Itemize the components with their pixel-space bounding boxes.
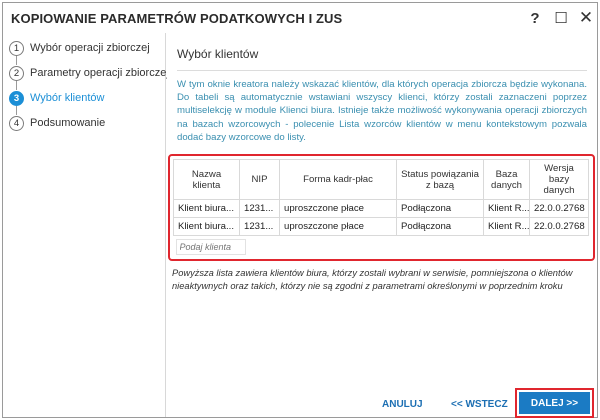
help-icon[interactable]: ? [525,8,545,28]
column-header[interactable]: Forma kadr-płac [279,159,397,200]
step-label: Podsumowanie [30,117,106,129]
client-name-cell: Klient biura... [173,217,240,236]
link-status-cell: Podłączona [396,217,484,236]
link-status-cell: Podłączona [396,199,484,218]
window-title: KOPIOWANIE PARAMETRÓW PODATKOWYCH I ZUS [11,11,343,26]
column-header[interactable]: NIP [239,159,280,200]
step-label: Parametry operacji zbiorczej [30,67,169,79]
client-name-cell: Klient biura... [173,199,240,218]
column-header[interactable]: Status powiązania z bazą [396,159,484,200]
close-icon[interactable]: ✕ [576,8,596,28]
add-client-row [173,235,589,258]
clients-table: Nazwa klienta NIP Forma kadr-płac Status… [173,159,589,258]
table-row[interactable]: Klient biura... 1231... uproszczone płac… [173,217,589,236]
nip-cell: 1231... [239,199,280,218]
step-label: Wybór operacji zbiorczej [30,42,150,54]
database-cell: Klient R... [483,217,530,236]
title-bar: KOPIOWANIE PARAMETRÓW PODATKOWYCH I ZUS … [3,3,597,33]
maximize-icon[interactable]: ☐ [551,8,571,28]
payroll-form-cell: uproszczone płace [279,199,397,218]
next-button[interactable]: DALEJ >> [515,388,594,418]
back-button[interactable]: << WSTECZ [451,399,508,410]
db-version-cell: 22.0.0.2768 [529,217,589,236]
wizard-steps-panel: 1 Wybór operacji zbiorczej 2 Parametry o… [3,33,169,417]
column-header[interactable]: Baza danych [483,159,530,200]
footer: ANULUJ << WSTECZ DALEJ >> [166,385,597,418]
note-text: Powyższa lista zawiera klientów biura, k… [172,268,573,291]
column-header[interactable]: Wersja bazy danych [529,159,589,200]
table-row[interactable]: Klient biura... 1231... uproszczone płac… [173,199,589,218]
step-number: 2 [9,65,24,81]
nip-cell: 1231... [239,217,280,236]
step-label: Wybór klientów [30,92,105,104]
step-3[interactable]: 3 Wybór klientów [9,89,104,107]
step-number: 3 [9,90,24,106]
step-4[interactable]: 4 Podsumowanie [9,114,105,132]
add-client-input[interactable] [175,239,246,255]
info-text: W tym oknie kreatora należy wskazać klie… [177,79,587,143]
divider [177,70,587,71]
step-2[interactable]: 2 Parametry operacji zbiorczej [9,64,169,82]
step-number: 1 [9,40,24,56]
column-header[interactable]: Nazwa klienta [173,159,240,200]
database-cell: Klient R... [483,199,530,218]
db-version-cell: 22.0.0.2768 [529,199,589,218]
step-number: 4 [9,115,24,131]
step-1[interactable]: 1 Wybór operacji zbiorczej [9,39,150,57]
table-header: Nazwa klienta NIP Forma kadr-płac Status… [173,159,589,200]
section-title: Wybór klientów [177,47,259,61]
payroll-form-cell: uproszczone płace [279,217,397,236]
cancel-button[interactable]: ANULUJ [382,399,423,410]
